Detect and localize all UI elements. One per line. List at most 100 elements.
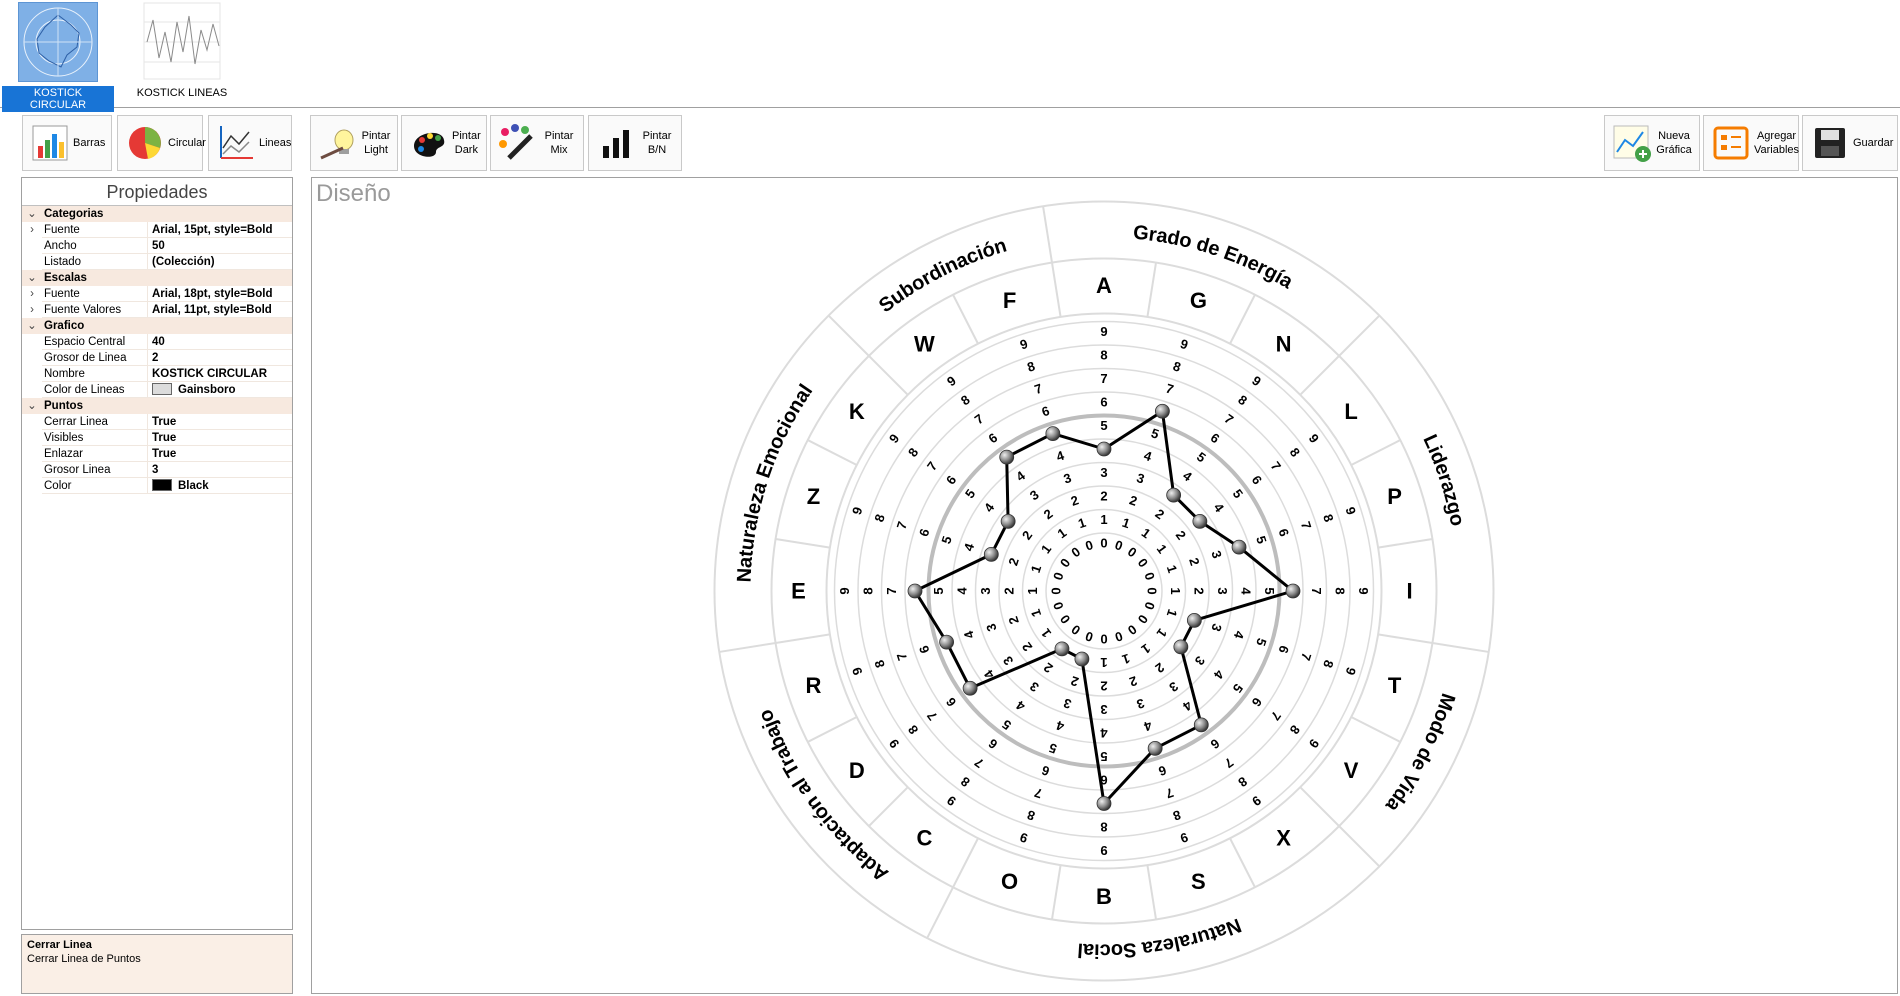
scale-tick-label: 7	[972, 755, 987, 771]
category-divider	[1229, 294, 1256, 345]
category-divider	[1146, 262, 1158, 318]
scale-tick-label: 2	[1192, 587, 1207, 594]
toolbar: Barras Circular Lineas Pintar Light Pint…	[0, 114, 1900, 174]
category-divider	[952, 837, 979, 888]
scale-tick-label: 5	[1149, 425, 1161, 442]
property-row[interactable]: Listado (Colección)	[22, 254, 292, 270]
scale-tick-label: 5	[1253, 636, 1270, 648]
scale-tick-label: 4	[955, 587, 970, 595]
color-swatch	[152, 479, 172, 491]
scale-tick-label: 8	[1235, 774, 1250, 790]
property-row[interactable]: Nombre KOSTICK CIRCULAR	[22, 366, 292, 382]
category-divider	[1377, 633, 1433, 645]
scale-tick-label: 4	[1054, 718, 1066, 735]
scale-tick-label: 7	[1033, 785, 1045, 802]
scale-tick-label: 9	[1018, 336, 1030, 353]
property-row[interactable]: Cerrar Linea True	[22, 414, 292, 430]
scale-tick-label: 4	[960, 628, 977, 640]
category-divider	[807, 716, 858, 743]
scale-tick-label: 0	[1083, 537, 1095, 554]
scale-tick-label: 7	[894, 651, 911, 663]
scale-tick-label: 7	[924, 459, 940, 474]
scale-tick-label: 2	[1041, 506, 1056, 522]
property-row[interactable]: Espacio Central 40	[22, 334, 292, 350]
data-point	[939, 634, 955, 650]
group-divider	[1042, 206, 1053, 263]
scale-tick-label: 6	[1208, 430, 1223, 446]
scale-tick-label: 7	[1164, 785, 1176, 802]
category-label: V	[1344, 758, 1359, 783]
scale-tick-label: 8	[905, 445, 921, 460]
data-point	[1074, 651, 1090, 667]
scale-tick-label: 4	[1180, 468, 1195, 485]
data-point	[1231, 539, 1247, 555]
pintar-light-button[interactable]: Pintar Light	[310, 115, 398, 171]
scale-tick-label: 4	[961, 541, 978, 553]
scale-tick-label: 2	[1153, 506, 1168, 522]
category-divider	[1146, 864, 1158, 920]
scale-tick-label: 5	[1253, 534, 1270, 546]
scale-tick-label: 3	[1208, 549, 1225, 561]
property-row[interactable]: Visibles True	[22, 430, 292, 446]
category-label: A	[1096, 273, 1112, 298]
category-divider	[1377, 537, 1433, 549]
category-escalas[interactable]: ⌄ Escalas	[22, 270, 292, 286]
property-row[interactable]: Grosor Linea 3	[22, 462, 292, 478]
category-puntos[interactable]: ⌄ Puntos	[22, 398, 292, 414]
scale-tick-label: 6	[986, 430, 1001, 446]
scale-tick-label: 0	[1145, 587, 1160, 594]
pintar-bn-button[interactable]: Pintar B/N	[588, 115, 682, 171]
lineas-button[interactable]: Lineas	[208, 115, 292, 171]
property-row[interactable]: Color de Lineas Gainsboro	[22, 382, 292, 398]
pintar-dark-button[interactable]: Pintar Dark	[401, 115, 487, 171]
group-divider	[719, 642, 776, 653]
category-categorias[interactable]: ⌄ Categorias	[22, 206, 292, 222]
group-divider	[926, 886, 954, 939]
property-row[interactable]: Color Black	[22, 478, 292, 494]
scale-tick-label: 9	[1343, 665, 1360, 677]
property-row[interactable]: › Fuente Arial, 18pt, style=Bold	[22, 286, 292, 302]
line-chart-icon	[215, 122, 257, 164]
circular-button[interactable]: Circular	[117, 115, 206, 171]
scale-tick-label: 3	[983, 622, 1000, 634]
scale-tick-label: 2	[1153, 660, 1168, 676]
guardar-button[interactable]: Guardar	[1802, 115, 1898, 171]
category-grafico[interactable]: ⌄ Grafico	[22, 318, 292, 334]
category-divider	[1350, 439, 1401, 466]
scale-tick-label: 0	[1135, 555, 1151, 570]
design-canvas[interactable]: Diseño Grado de Energía Liderazgo Modo de …	[311, 177, 1898, 994]
scale-tick-label: 5	[1230, 486, 1246, 501]
thumbnail-kostick-lineas[interactable]: KOSTICK LINEAS	[126, 2, 238, 100]
data-point	[1285, 583, 1301, 599]
scale-tick-label: 1	[1100, 655, 1107, 670]
scale-tick-label: 2	[1173, 528, 1189, 543]
scale-tick-label: 1	[1164, 607, 1181, 619]
scale-tick-label: 1	[1038, 542, 1054, 557]
group-divider	[1432, 642, 1489, 653]
scale-tick-label: 6	[916, 644, 933, 656]
scale-tick-label: 1	[1038, 626, 1054, 641]
property-row[interactable]: Ancho 50	[22, 238, 292, 254]
property-row[interactable]: Enlazar True	[22, 446, 292, 462]
scale-tick-label: 7	[1309, 587, 1324, 594]
agregar-variables-button[interactable]: Agregar Variables	[1703, 115, 1799, 171]
category-divider	[1299, 786, 1340, 827]
scale-tick-label: 4	[1141, 718, 1153, 735]
thumbnail-kostick-circular[interactable]: KOSTICK CIRCULAR	[2, 2, 114, 112]
property-row[interactable]: › Fuente Valores Arial, 11pt, style=Bold	[22, 302, 292, 318]
pintar-mix-button[interactable]: Pintar Mix	[490, 115, 584, 171]
property-help-box: Cerrar Linea Cerrar Linea de Puntos	[21, 934, 293, 994]
scale-tick-label: 1	[1028, 563, 1045, 575]
scale-tick-label: 3	[1062, 695, 1074, 712]
barras-button[interactable]: Barras	[22, 115, 112, 171]
category-divider	[1350, 716, 1401, 743]
scale-tick-label: 9	[1306, 431, 1322, 446]
scale-tick-label: 7	[924, 709, 940, 724]
scale-tick-label: 0	[1135, 612, 1151, 627]
scale-tick-label: 9	[849, 665, 866, 677]
property-row[interactable]: Grosor de Linea 2	[22, 350, 292, 366]
nueva-grafica-button[interactable]: Nueva Gráfica	[1604, 115, 1700, 171]
property-row[interactable]: › Fuente Arial, 15pt, style=Bold	[22, 222, 292, 238]
scale-tick-label: 9	[944, 373, 959, 389]
scale-tick-label: 4	[1100, 726, 1108, 741]
